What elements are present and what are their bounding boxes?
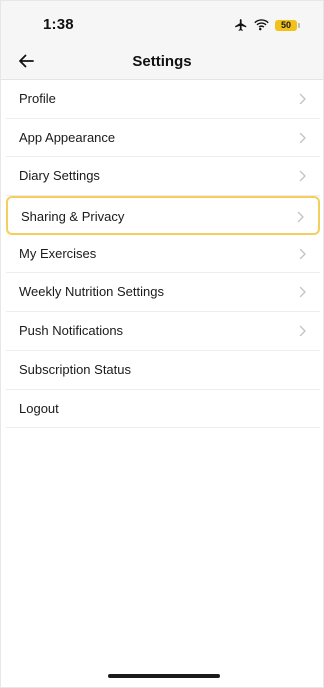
settings-item-subscription-status[interactable]: Subscription Status (6, 351, 320, 390)
settings-item-label: App Appearance (19, 129, 116, 145)
settings-item-app-appearance[interactable]: App Appearance (6, 119, 320, 158)
settings-item-label: Push Notifications (19, 323, 124, 339)
settings-item-weekly-nutrition[interactable]: Weekly Nutrition Settings (6, 273, 320, 313)
chevron-right-icon (299, 170, 307, 182)
battery-level: 50 (280, 19, 291, 30)
settings-item-label: Profile (19, 91, 56, 106)
settings-item-push-notifications[interactable]: Push Notifications (6, 312, 320, 351)
settings-item-diary-settings[interactable]: Diary Settings (6, 157, 320, 197)
settings-item-label: Weekly Nutrition Settings (19, 284, 164, 300)
chevron-right-icon (299, 325, 307, 337)
status-bar: 1:38 50 (1, 1, 323, 47)
status-time: 1:38 (43, 16, 74, 33)
wifi-icon (254, 19, 269, 31)
nav-bar: Settings (1, 47, 323, 80)
settings-item-profile[interactable]: Profile (6, 80, 320, 119)
settings-item-label: My Exercises (19, 245, 97, 261)
settings-item-label: Logout (19, 400, 59, 416)
status-icons: 50 (234, 16, 300, 34)
chevron-right-icon (297, 211, 305, 223)
phone-screen: 1:38 50 Settings Profile App Appearance … (0, 0, 324, 688)
chevron-right-icon (299, 286, 307, 298)
home-indicator (108, 674, 220, 678)
settings-item-my-exercises[interactable]: My Exercises (6, 235, 320, 274)
battery-icon: 50 (275, 19, 300, 31)
airplane-icon (234, 18, 248, 32)
page-title: Settings (132, 53, 192, 70)
settings-item-logout[interactable]: Logout (6, 390, 320, 429)
settings-item-label: Sharing & Privacy (21, 209, 125, 225)
chevron-right-icon (299, 248, 307, 260)
settings-item-label: Subscription Status (19, 361, 132, 377)
settings-item-label: Diary Settings (19, 168, 100, 184)
settings-list: Profile App Appearance Diary Settings Sh… (6, 80, 320, 429)
chevron-right-icon (299, 132, 307, 144)
chevron-right-icon (299, 93, 307, 105)
settings-item-sharing-privacy[interactable]: Sharing & Privacy (6, 196, 320, 235)
